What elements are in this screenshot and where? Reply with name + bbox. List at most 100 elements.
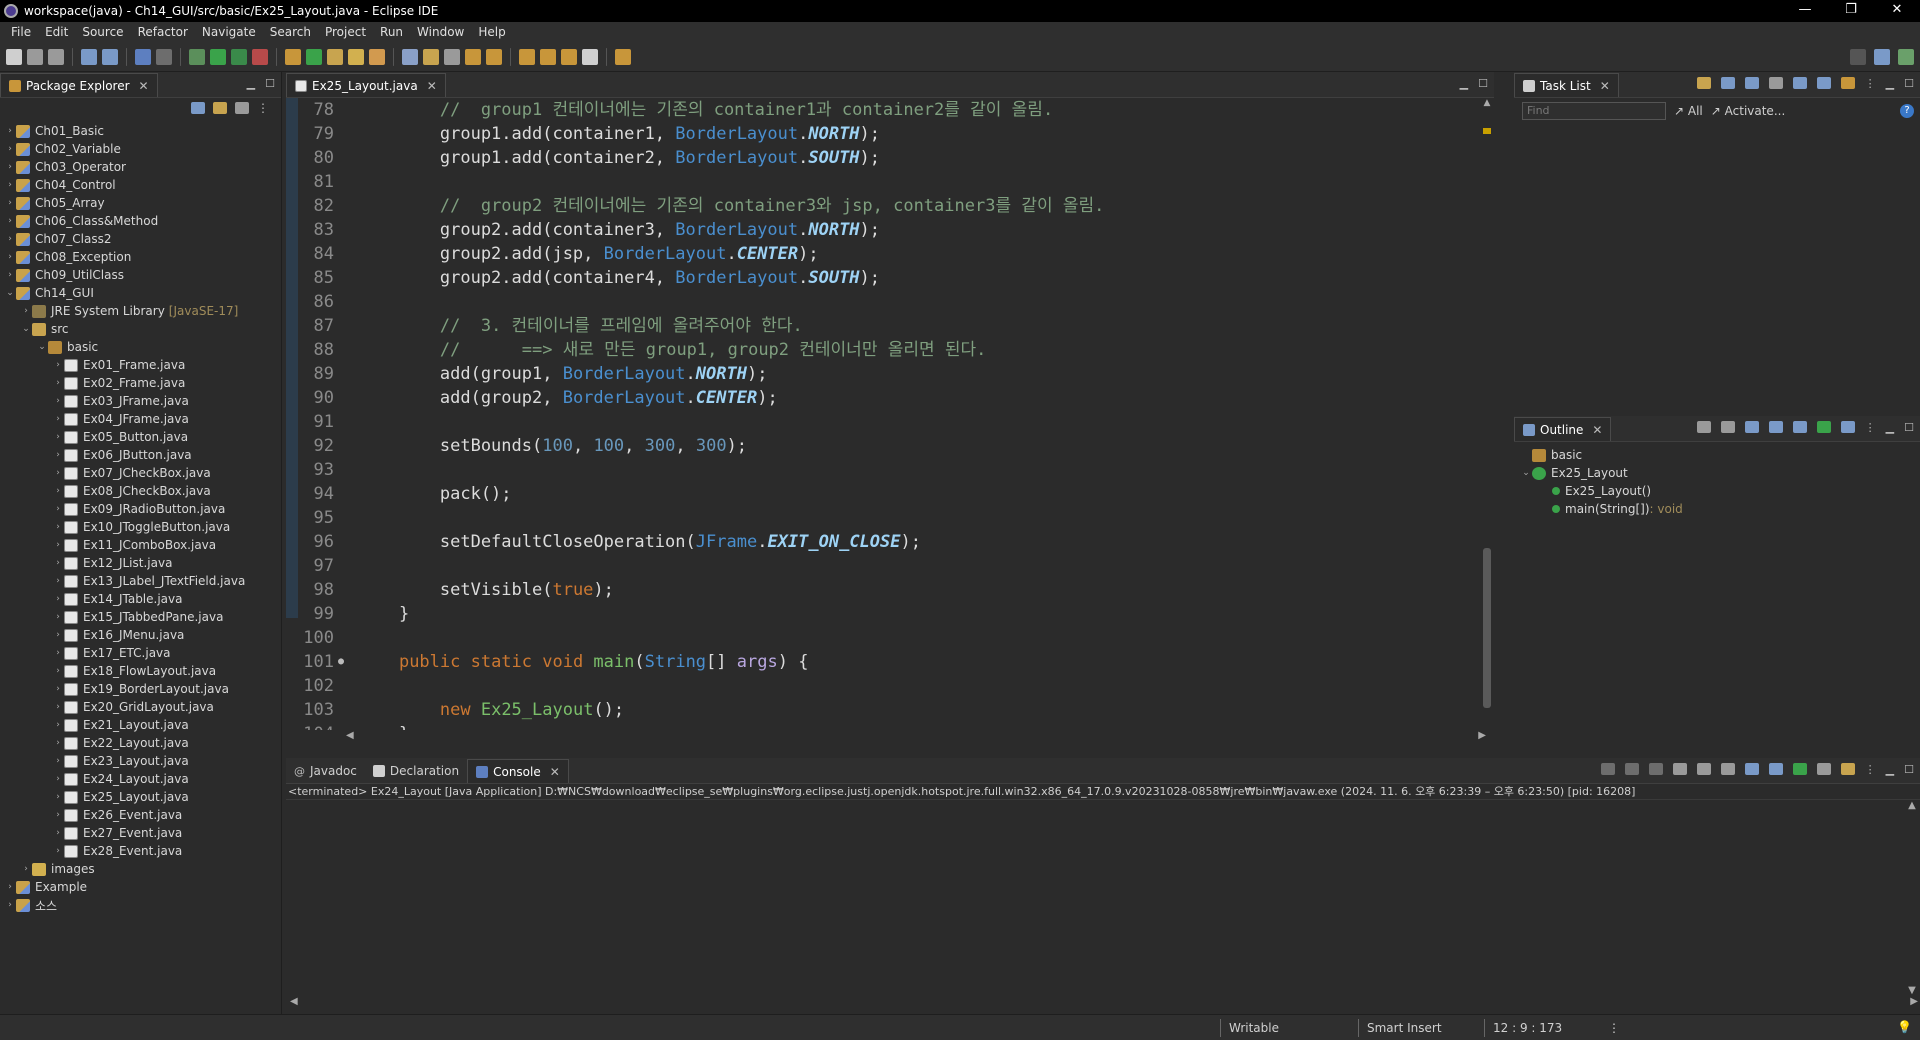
terminate-icon[interactable]: [1600, 763, 1615, 775]
code-line[interactable]: 92 setBounds(100, 100, 300, 300);: [286, 434, 1478, 458]
tab-console[interactable]: Console ✕: [467, 759, 569, 783]
code-line[interactable]: 93: [286, 458, 1478, 482]
maximize-icon[interactable]: ☐: [1904, 77, 1914, 90]
tree-item[interactable]: › Ex09_JRadioButton.java: [0, 500, 281, 518]
scheduled-icon[interactable]: [1744, 77, 1759, 89]
redo-icon[interactable]: [102, 48, 118, 65]
tab-javadoc[interactable]: @ Javadoc: [286, 759, 365, 783]
code-line[interactable]: 95: [286, 506, 1478, 530]
chevron-right-icon[interactable]: ›: [4, 162, 16, 172]
minimize-icon[interactable]: ▁: [1886, 421, 1894, 434]
view-menu-icon[interactable]: ⋮: [1865, 763, 1876, 776]
tree-item[interactable]: › Ex02_Frame.java: [0, 374, 281, 392]
tree-item[interactable]: › Example: [0, 878, 281, 896]
collapse-all-icon[interactable]: [1720, 421, 1735, 433]
chevron-right-icon[interactable]: ›: [52, 378, 64, 388]
menu-file[interactable]: File: [4, 25, 38, 39]
scroll-lock-icon[interactable]: [1696, 763, 1711, 775]
tree-item[interactable]: › Ex14_JTable.java: [0, 590, 281, 608]
chevron-down-icon[interactable]: ⌄: [36, 342, 48, 352]
tree-item[interactable]: ⌄ Ch14_GUI: [0, 284, 281, 302]
view-menu-icon[interactable]: ⋮: [1865, 421, 1876, 434]
menu-navigate[interactable]: Navigate: [195, 25, 263, 39]
chevron-right-icon[interactable]: ›: [4, 126, 16, 136]
code-line[interactable]: 99 }: [286, 602, 1478, 626]
open-console-icon[interactable]: [1840, 763, 1855, 775]
word-wrap-icon[interactable]: [1720, 763, 1735, 775]
tab-task-list[interactable]: Task List ✕: [1514, 73, 1619, 97]
menu-search[interactable]: Search: [263, 25, 318, 39]
close-button[interactable]: ✕: [1874, 0, 1920, 22]
close-icon[interactable]: ✕: [1600, 79, 1610, 93]
chevron-right-icon[interactable]: ›: [52, 486, 64, 496]
back-icon[interactable]: [519, 48, 535, 65]
code-line[interactable]: 100: [286, 626, 1478, 650]
tab-declaration[interactable]: Declaration: [365, 759, 467, 783]
tree-item[interactable]: › Ex22_Layout.java: [0, 734, 281, 752]
new-class-icon[interactable]: [306, 48, 322, 65]
chevron-right-icon[interactable]: ›: [52, 468, 64, 478]
toggle-mark-icon[interactable]: [402, 48, 418, 65]
scroll-thumb[interactable]: [1483, 548, 1491, 708]
close-icon[interactable]: ✕: [427, 79, 437, 93]
tree-item[interactable]: › Ex28_Event.java: [0, 842, 281, 860]
open-type-icon[interactable]: [348, 48, 364, 65]
find-input[interactable]: Find: [1522, 102, 1666, 120]
display-console-icon[interactable]: [1816, 763, 1831, 775]
chevron-right-icon[interactable]: ›: [52, 612, 64, 622]
search-icon[interactable]: [1850, 49, 1866, 65]
tab-outline[interactable]: Outline ✕: [1514, 417, 1612, 441]
console-vertical-scrollbar[interactable]: ▲ ▼: [1904, 800, 1920, 998]
maximize-icon[interactable]: ☐: [1904, 421, 1914, 434]
hide-nonpublic-icon[interactable]: [1792, 421, 1807, 433]
scroll-left-icon[interactable]: ◀: [290, 996, 298, 1007]
activate-link[interactable]: ↗ Activate...: [1711, 104, 1786, 118]
tree-item[interactable]: › Ex16_JMenu.java: [0, 626, 281, 644]
tree-item[interactable]: › Ex01_Frame.java: [0, 356, 281, 374]
code-line[interactable]: 94 pack();: [286, 482, 1478, 506]
code-line[interactable]: 89 add(group1, BorderLayout.NORTH);: [286, 362, 1478, 386]
tree-item[interactable]: › JRE System Library [JavaSE-17]: [0, 302, 281, 320]
link-with-editor-icon[interactable]: [213, 102, 227, 114]
chevron-right-icon[interactable]: ›: [52, 828, 64, 838]
chevron-down-icon[interactable]: ⌄: [4, 288, 16, 298]
chevron-right-icon[interactable]: ›: [52, 594, 64, 604]
code-line[interactable]: 91: [286, 410, 1478, 434]
code-line[interactable]: 97: [286, 554, 1478, 578]
scroll-up-icon[interactable]: ▲: [1480, 98, 1494, 108]
code-line[interactable]: 80 group1.add(container2, BorderLayout.S…: [286, 146, 1478, 170]
search-tool-icon[interactable]: [369, 48, 385, 65]
menu-edit[interactable]: Edit: [38, 25, 75, 39]
chevron-right-icon[interactable]: ›: [52, 414, 64, 424]
chevron-right-icon[interactable]: ›: [4, 144, 16, 154]
code-line[interactable]: 85 group2.add(container4, BorderLayout.S…: [286, 266, 1478, 290]
tree-item[interactable]: › Ex07_JCheckBox.java: [0, 464, 281, 482]
hide-local-types-icon[interactable]: [1816, 421, 1831, 433]
maximize-icon[interactable]: ☐: [265, 77, 275, 90]
tree-item[interactable]: › Ex17_ETC.java: [0, 644, 281, 662]
chevron-right-icon[interactable]: ›: [52, 450, 64, 460]
menu-project[interactable]: Project: [318, 25, 373, 39]
debug-icon[interactable]: [189, 48, 205, 65]
tree-item[interactable]: › Ex15_JTabbedPane.java: [0, 608, 281, 626]
tree-item[interactable]: › Ex10_JToggleButton.java: [0, 518, 281, 536]
tree-item[interactable]: › Ex24_Layout.java: [0, 770, 281, 788]
outline-method[interactable]: main(String[]) : void: [1514, 500, 1920, 518]
chevron-right-icon[interactable]: ›: [4, 198, 16, 208]
hide-fields-icon[interactable]: [1744, 421, 1759, 433]
maximize-icon[interactable]: ☐: [1478, 77, 1488, 90]
tree-item[interactable]: › Ch08_Exception: [0, 248, 281, 266]
show-on-output-icon[interactable]: [1744, 763, 1759, 775]
chevron-right-icon[interactable]: ›: [20, 864, 32, 874]
menu-source[interactable]: Source: [75, 25, 130, 39]
categorized-icon[interactable]: [1720, 77, 1735, 89]
chevron-right-icon[interactable]: ›: [52, 666, 64, 676]
tree-item[interactable]: › Ex26_Event.java: [0, 806, 281, 824]
tree-item[interactable]: ⌄ src: [0, 320, 281, 338]
menu-window[interactable]: Window: [410, 25, 471, 39]
tree-item[interactable]: › Ch04_Control: [0, 176, 281, 194]
code-line[interactable]: 81: [286, 170, 1478, 194]
tree-item[interactable]: › Ex03_JFrame.java: [0, 392, 281, 410]
scroll-up-icon[interactable]: ▲: [1904, 800, 1920, 811]
outline-class[interactable]: ⌄ Ex25_Layout: [1514, 464, 1920, 482]
